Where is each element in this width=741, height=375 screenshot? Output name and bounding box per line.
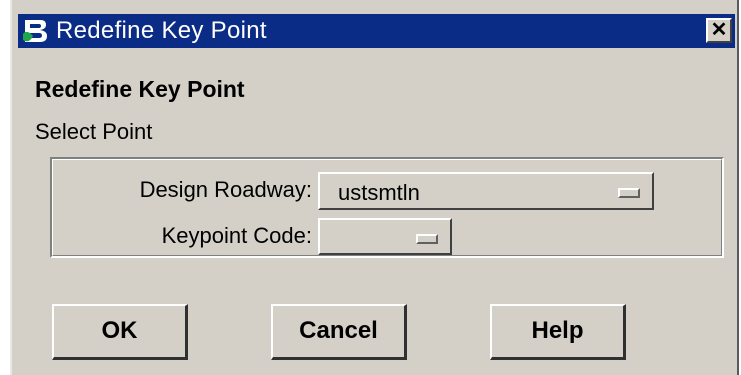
title-bar[interactable]: Redefine Key Point ✕ [18,14,735,48]
dialog-subheading: Select Point [35,119,153,144]
option-menu-icon [618,188,640,198]
close-button[interactable]: ✕ [706,18,732,43]
close-icon: ✕ [710,19,728,41]
option-menu-icon [416,234,438,244]
dialog-window: Redefine Key Point ✕ Redefine Key Point … [10,0,739,375]
point-selection-group: Design Roadway: ustsmtln Keypoint Code: [50,157,724,258]
window-title: Redefine Key Point [56,17,267,44]
keypoint-code-label: Keypoint Code: [161,223,312,248]
bentley-logo-icon [21,17,49,45]
help-button[interactable]: Help [490,304,626,360]
dialog-heading: Redefine Key Point [35,76,245,102]
ok-button[interactable]: OK [52,304,188,360]
cancel-button[interactable]: Cancel [271,304,407,360]
design-roadway-option[interactable]: ustsmtln [318,172,654,210]
design-roadway-value: ustsmtln [338,180,420,205]
keypoint-code-option[interactable] [318,218,452,255]
design-roadway-label: Design Roadway: [139,177,312,202]
